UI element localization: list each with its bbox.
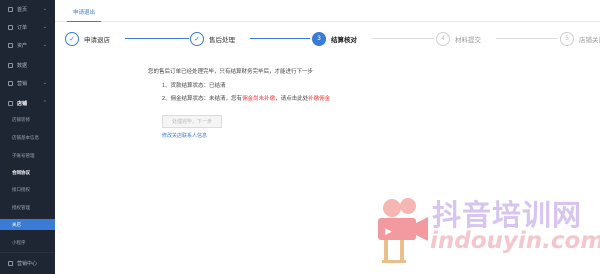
pay-commission-link[interactable]: 补缴佣金 <box>308 96 330 102</box>
sidebar-subitem-label: 合同协议 <box>12 169 30 175</box>
assets-icon <box>8 42 13 48</box>
sidebar-subitem-api-auth[interactable]: 接口授权 <box>0 184 55 195</box>
chevron-down-icon: ⌄ <box>42 42 47 48</box>
sidebar-subitem-label: 授权管理 <box>12 204 30 210</box>
sidebar-item-label: 订单 <box>17 24 28 31</box>
chevron-down-icon: ⌄ <box>42 80 47 86</box>
svg-text:▶: ▶ <box>385 227 392 237</box>
sidebar-subitem-label: 接口授权 <box>12 186 30 192</box>
commission-status: 2、佣金结算状态：未结清，您有佣金尚未补缴，请点击此处补缴佣金 <box>162 95 330 103</box>
sidebar-subitem-label: 子账号管理 <box>12 152 35 158</box>
watermark-en-text: indouyin.com <box>430 228 600 254</box>
step-3: 3 结算核对 <box>312 31 357 46</box>
orders-icon <box>8 24 13 30</box>
sidebar-subitem-label: 关店 <box>12 221 21 227</box>
commission-status-mid: ，请点击此处 <box>275 96 309 102</box>
marketing-icon <box>8 80 13 86</box>
sidebar-item-label: 资产 <box>17 42 28 49</box>
data-icon <box>8 62 13 68</box>
sidebar-subitem-close-store[interactable]: 关店 <box>0 219 55 230</box>
marketing-center-icon <box>8 260 13 266</box>
step-label: 申请退店 <box>84 36 110 44</box>
sidebar-item-label: 营销中心 <box>17 260 38 267</box>
intro-text: 您的售后订单已经处理完毕，只有结算财务完毕后，才能进行下一步 <box>148 69 314 75</box>
step-label: 材料提交 <box>455 36 481 44</box>
sidebar-item-data[interactable]: 数据 <box>0 58 55 72</box>
sidebar: 首页 ⌄ 订单 ⌄ 资产 ⌄ 数据 营销 ⌄ 店铺 ⌃ 店铺装修 店铺基本信息 … <box>0 0 55 274</box>
payment-status: 1、货款结算状态：已结清 <box>162 83 226 89</box>
step-label: 店铺关闭 <box>579 36 600 44</box>
tab-bar: 申请退出 <box>55 0 600 22</box>
sidebar-divider <box>0 252 55 253</box>
step-5: 5 店铺关闭 <box>560 31 600 46</box>
step-number: 5 <box>560 31 574 46</box>
sidebar-item-marketing[interactable]: 营销 ⌄ <box>0 76 55 90</box>
sidebar-item-assets[interactable]: 资产 ⌄ <box>0 38 55 52</box>
step-1: ✓ 申请退店 <box>65 31 110 46</box>
chevron-down-icon: ⌄ <box>42 24 47 30</box>
sidebar-subitem-label: 店铺基本信息 <box>12 134 39 140</box>
step-number: 4 <box>436 31 450 46</box>
step-label: 售后处理 <box>209 36 235 44</box>
sidebar-item-label: 营销 <box>17 80 28 87</box>
sidebar-item-orders[interactable]: 订单 ⌄ <box>0 20 55 34</box>
store-icon <box>8 100 13 106</box>
sidebar-subitem-store-info[interactable]: 店铺基本信息 <box>0 132 55 143</box>
next-step-button[interactable]: 处理完毕，下一步 <box>162 115 222 128</box>
step-connector <box>250 38 310 39</box>
home-icon <box>8 6 13 12</box>
sidebar-item-label: 店铺 <box>17 100 28 107</box>
sidebar-subitem-label: 店铺装修 <box>12 116 30 122</box>
sidebar-subitem-label: 小程序 <box>12 239 26 245</box>
sidebar-subitem-sub-accounts[interactable]: 子账号管理 <box>0 150 55 161</box>
commission-status-prefix: 2、佣金结算状态：未结清，您有 <box>162 96 243 102</box>
chevron-down-icon: ⌄ <box>42 6 47 12</box>
step-connector <box>372 38 434 39</box>
step-number: 3 <box>312 31 326 46</box>
tab-apply-exit[interactable]: 申请退出 <box>67 6 102 22</box>
progress-steps: ✓ 申请退店 ✓ 售后处理 3 结算核对 4 材料提交 5 店铺关闭 <box>55 28 600 50</box>
step-4: 4 材料提交 <box>436 31 481 46</box>
step-connector <box>496 38 558 39</box>
step-label: 结算核对 <box>331 36 357 44</box>
chevron-up-icon: ⌃ <box>42 100 47 106</box>
sidebar-item-marketing-center[interactable]: 营销中心 <box>0 256 55 270</box>
sidebar-subitem-store-decoration[interactable]: 店铺装修 <box>0 114 55 125</box>
sidebar-item-store[interactable]: 店铺 ⌃ <box>0 96 55 110</box>
step-2: ✓ 售后处理 <box>190 31 235 46</box>
camera-logo-icon: ▶ <box>378 198 428 263</box>
check-icon: ✓ <box>65 31 79 46</box>
check-icon: ✓ <box>190 31 204 46</box>
edit-contact-link[interactable]: 修改关店联系人信息 <box>162 132 207 139</box>
sidebar-item-label: 首页 <box>17 6 28 13</box>
watermark: ▶ 抖音培训网 indouyin.com <box>370 190 600 270</box>
sidebar-item-home[interactable]: 首页 ⌄ <box>0 2 55 16</box>
sidebar-subitem-auth-management[interactable]: 授权管理 <box>0 202 55 213</box>
unpaid-commission-text: 佣金尚未补缴 <box>242 96 276 102</box>
sidebar-subitem-contracts[interactable]: 合同协议 <box>0 167 55 178</box>
step-connector <box>125 38 189 39</box>
sidebar-subitem-mini-program[interactable]: 小程序 <box>0 237 55 248</box>
sidebar-item-label: 数据 <box>17 62 28 69</box>
